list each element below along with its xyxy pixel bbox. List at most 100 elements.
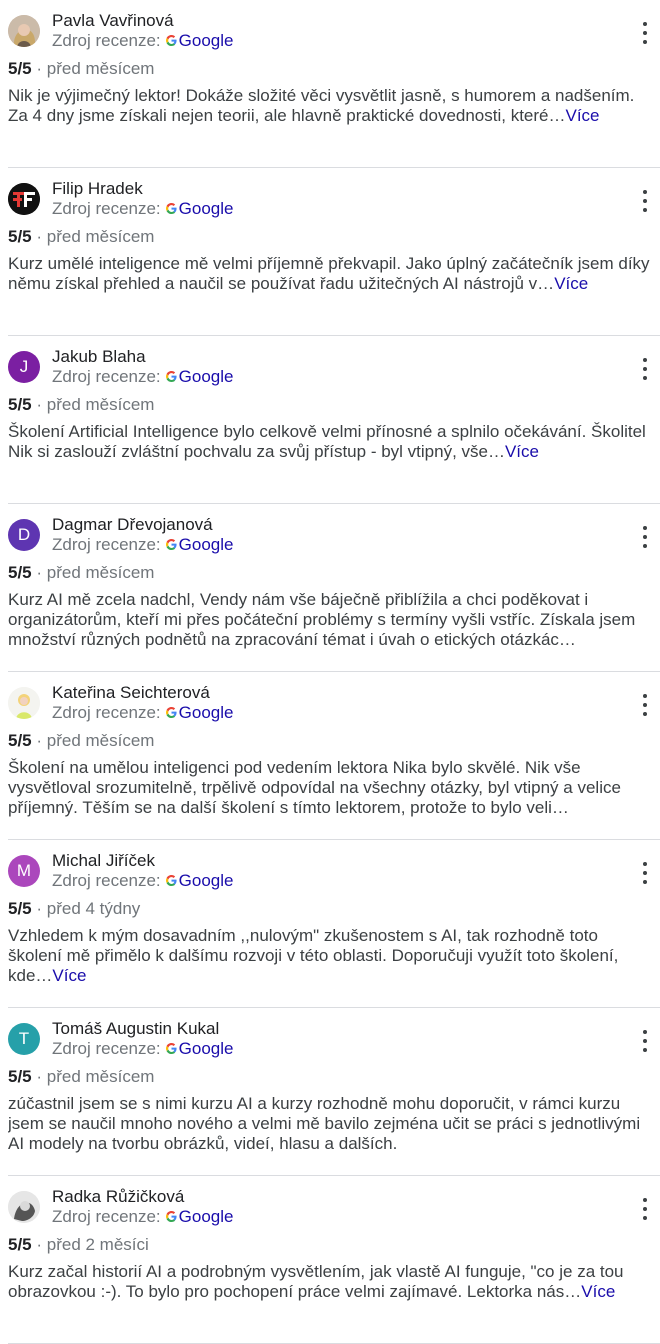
more-options-icon[interactable] bbox=[638, 694, 652, 716]
review-source-link[interactable]: Google bbox=[179, 535, 234, 554]
review-rating-line: 5/5 · před měsícem bbox=[8, 1067, 154, 1087]
review-text-content: Kurz začal historií AI a podrobným vysvě… bbox=[8, 1262, 624, 1301]
review-author[interactable]: Radka Růžičková bbox=[52, 1187, 184, 1207]
review-item: Pavla Vavřinová Zdroj recenze: Google 5/5 ·… bbox=[8, 0, 660, 168]
review-rating-line: 5/5 · před měsícem bbox=[8, 563, 154, 583]
more-options-icon[interactable] bbox=[638, 1030, 652, 1052]
more-options-icon[interactable] bbox=[638, 862, 652, 884]
review-item: J Jakub Blaha Zdroj recenze: Google 5/5 · př… bbox=[8, 336, 660, 504]
review-item: T Tomáš Augustin Kukal Zdroj recenze: Googl… bbox=[8, 1008, 660, 1176]
review-source-link[interactable]: Google bbox=[179, 871, 234, 890]
review-source: Zdroj recenze: Google bbox=[52, 535, 234, 555]
avatar[interactable] bbox=[8, 687, 40, 719]
avatar[interactable]: T bbox=[8, 1023, 40, 1055]
avatar[interactable]: M bbox=[8, 855, 40, 887]
more-link[interactable]: Více bbox=[554, 274, 588, 293]
review-score: 5/5 bbox=[8, 731, 32, 750]
separator: · bbox=[31, 395, 47, 414]
profile-photo-icon bbox=[8, 15, 40, 47]
avatar[interactable]: D bbox=[8, 519, 40, 551]
review-text-content: Školení Artificial Intelligence bylo cel… bbox=[8, 422, 646, 461]
more-link[interactable]: Více bbox=[581, 1282, 615, 1301]
review-text-content: Kurz AI mě zcela nadchl, Vendy nám vše b… bbox=[8, 590, 636, 649]
review-source-label: Zdroj recenze: bbox=[52, 367, 161, 386]
review-text-content: zúčastnil jsem se s nimi kurzu AI a kurz… bbox=[8, 1094, 641, 1153]
review-source-label: Zdroj recenze: bbox=[52, 1039, 161, 1058]
review-source-link[interactable]: Google bbox=[179, 31, 234, 50]
review-source-link[interactable]: Google bbox=[179, 199, 234, 218]
google-g-icon bbox=[165, 707, 177, 719]
avatar-letter: M bbox=[16, 861, 32, 880]
review-score: 5/5 bbox=[8, 1067, 32, 1086]
review-rating-line: 5/5 · před měsícem bbox=[8, 227, 154, 247]
profile-photo-icon bbox=[8, 687, 40, 719]
review-score: 5/5 bbox=[8, 1235, 32, 1254]
review-item: Filip Hradek Zdroj recenze: Google 5/5 · př… bbox=[8, 168, 660, 336]
avatar-letter: J bbox=[19, 357, 29, 376]
google-g-icon bbox=[165, 1043, 177, 1055]
more-link[interactable]: Více bbox=[505, 442, 539, 461]
review-source-link[interactable]: Google bbox=[179, 367, 234, 386]
review-author[interactable]: Filip Hradek bbox=[52, 179, 143, 199]
review-author[interactable]: Tomáš Augustin Kukal bbox=[52, 1019, 219, 1039]
review-item: M Michal Jiříček Zdroj recenze: Google 5/5 ·… bbox=[8, 840, 660, 1008]
review-source: Zdroj recenze: Google bbox=[52, 1039, 234, 1059]
review-score: 5/5 bbox=[8, 227, 32, 246]
more-options-icon[interactable] bbox=[638, 1198, 652, 1220]
more-options-icon[interactable] bbox=[638, 190, 652, 212]
review-source-label: Zdroj recenze: bbox=[52, 871, 161, 890]
more-link[interactable]: Více bbox=[566, 106, 600, 125]
review-rating-line: 5/5 · před měsícem bbox=[8, 59, 154, 79]
review-source: Zdroj recenze: Google bbox=[52, 367, 234, 387]
review-source-label: Zdroj recenze: bbox=[52, 31, 161, 50]
review-rating-line: 5/5 · před 4 týdny bbox=[8, 899, 140, 919]
review-score: 5/5 bbox=[8, 395, 32, 414]
google-g-icon bbox=[165, 1211, 177, 1223]
review-source: Zdroj recenze: Google bbox=[52, 1207, 234, 1227]
avatar[interactable] bbox=[8, 1191, 40, 1223]
review-author[interactable]: Michal Jiříček bbox=[52, 851, 155, 871]
separator: · bbox=[31, 1235, 47, 1254]
avatar[interactable] bbox=[8, 15, 40, 47]
review-item: Radka Růžičková Zdroj recenze: Google 5/5 ·… bbox=[8, 1176, 660, 1344]
review-source: Zdroj recenze: Google bbox=[52, 703, 234, 723]
review-score: 5/5 bbox=[8, 59, 32, 78]
avatar-letter: T bbox=[18, 1029, 30, 1048]
review-item: Kateřina Seichterová Zdroj recenze: Google… bbox=[8, 672, 660, 840]
more-options-icon[interactable] bbox=[638, 358, 652, 380]
review-rating-line: 5/5 · před 2 měsíci bbox=[8, 1235, 149, 1255]
google-g-icon bbox=[165, 539, 177, 551]
review-time: před měsícem bbox=[46, 395, 155, 414]
brand-logo-icon bbox=[8, 183, 40, 215]
review-time: před 4 týdny bbox=[46, 899, 141, 918]
avatar[interactable] bbox=[8, 183, 40, 215]
separator: · bbox=[31, 899, 47, 918]
avatar[interactable]: J bbox=[8, 351, 40, 383]
review-text: Nik je výjimečný lektor! Dokáže složité … bbox=[8, 86, 652, 126]
review-text: Školení na umělou inteligenci pod vedení… bbox=[8, 758, 652, 818]
review-rating-line: 5/5 · před měsícem bbox=[8, 395, 154, 415]
more-link[interactable]: Více bbox=[52, 966, 86, 985]
review-author[interactable]: Kateřina Seichterová bbox=[52, 683, 210, 703]
review-rating-line: 5/5 · před měsícem bbox=[8, 731, 154, 751]
review-source: Zdroj recenze: Google bbox=[52, 871, 234, 891]
separator: · bbox=[31, 227, 47, 246]
more-options-icon[interactable] bbox=[638, 22, 652, 44]
review-source: Zdroj recenze: Google bbox=[52, 31, 234, 51]
review-author[interactable]: Jakub Blaha bbox=[52, 347, 146, 367]
review-source: Zdroj recenze: Google bbox=[52, 199, 234, 219]
review-author[interactable]: Pavla Vavřinová bbox=[52, 11, 174, 31]
review-author[interactable]: Dagmar Dřevojanová bbox=[52, 515, 213, 535]
review-source-link[interactable]: Google bbox=[179, 1039, 234, 1058]
google-g-icon bbox=[165, 371, 177, 383]
more-options-icon[interactable] bbox=[638, 526, 652, 548]
review-time: před měsícem bbox=[46, 731, 155, 750]
review-source-link[interactable]: Google bbox=[179, 703, 234, 722]
review-source-link[interactable]: Google bbox=[179, 1207, 234, 1226]
review-text: Kurz začal historií AI a podrobným vysvě… bbox=[8, 1262, 652, 1302]
review-time: před měsícem bbox=[46, 59, 155, 78]
review-item: D Dagmar Dřevojanová Zdroj recenze: Google 5… bbox=[8, 504, 660, 672]
review-text: Školení Artificial Intelligence bylo cel… bbox=[8, 422, 652, 462]
review-time: před měsícem bbox=[46, 1067, 155, 1086]
google-g-icon bbox=[165, 875, 177, 887]
